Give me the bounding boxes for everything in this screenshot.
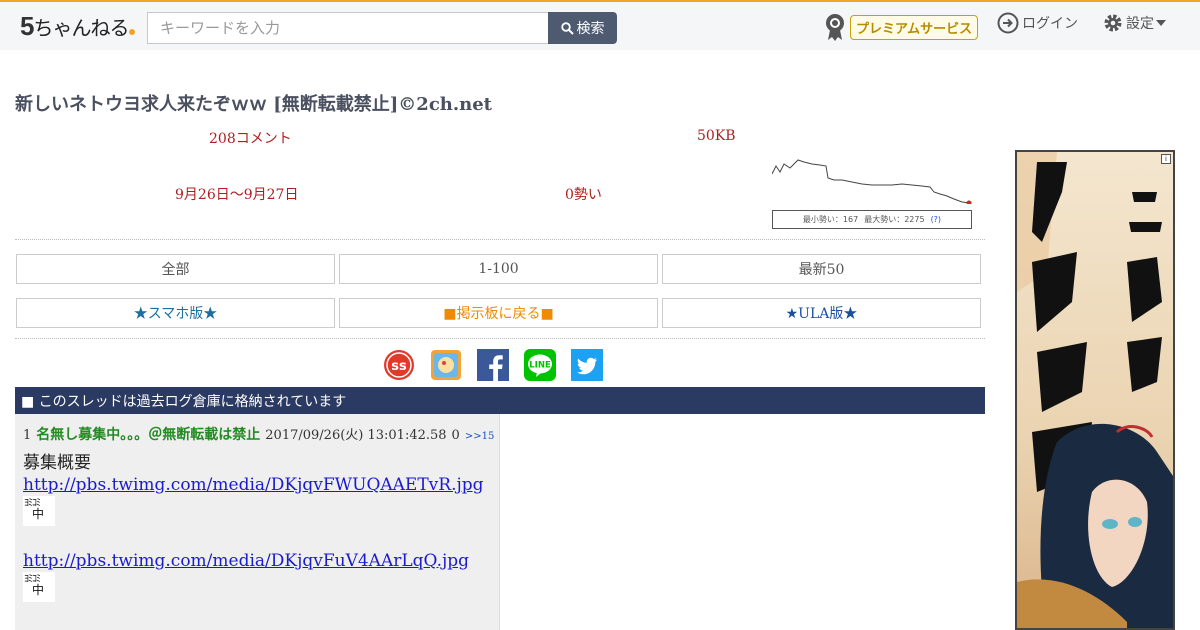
post-id: 0 (451, 428, 460, 443)
thread-speed: 0勢い (565, 187, 602, 203)
logo-number: 5 (20, 11, 35, 41)
logo-dot (129, 29, 136, 35)
divider (15, 338, 985, 339)
medal-icon (826, 14, 844, 41)
image-link-1[interactable]: http://pbs.twimg.com/media/DKjqvFWUQAAET… (23, 475, 484, 495)
post-author: 名無し募集中。。。＠無断転載は禁止 (36, 427, 261, 443)
logo-text: ちゃんねる (33, 18, 129, 40)
share-line[interactable]: LINE (524, 349, 556, 381)
line-icon: LINE (524, 349, 556, 381)
ad-info-icon[interactable]: i (1161, 154, 1171, 164)
divider (15, 239, 985, 240)
latest-50-button[interactable]: 最新50 (662, 254, 981, 284)
post-body: 募集概要 http://pbs.twimg.com/media/DKjqvFWU… (23, 452, 484, 604)
premium-badge: プレミアムサービス (850, 14, 979, 40)
post-number[interactable]: 1 (23, 428, 31, 443)
login-link[interactable]: ログイン (997, 12, 1078, 34)
graph-max: 最大勢い：2275 (864, 215, 925, 224)
back-to-board-button[interactable]: ■掲示板に戻る■ (339, 298, 658, 328)
top-bar: 5ちゃんねる 検索 プレミアムサービス ログイン 設定 (0, 0, 1200, 50)
thumb-loading-label: 中 (32, 583, 45, 597)
svg-text:ss: ss (391, 359, 407, 374)
thread-dates: 9月26日〜9月27日 (175, 187, 299, 203)
search-button[interactable]: 検索 (548, 12, 617, 44)
orange-app-icon (431, 350, 461, 380)
all-posts-button[interactable]: 全部 (16, 254, 335, 284)
search-icon (560, 21, 574, 35)
share-susu[interactable]: ss (383, 349, 415, 381)
graph-current-marker (966, 200, 972, 204)
thumb-loading-label: 中 (32, 507, 45, 521)
caret-down-icon (1156, 20, 1166, 26)
comment-count: 208コメント (209, 131, 292, 147)
settings-menu[interactable]: 設定 (1102, 12, 1166, 34)
smartphone-version-button[interactable]: ★スマホ版★ (16, 298, 335, 328)
post-reply-link[interactable]: >>15 (465, 431, 494, 442)
archive-notice: ■ このスレッドは過去ログ倉庫に格納されています (15, 387, 985, 414)
post-header: 1 名無し募集中。。。＠無断転載は禁止 2017/09/26(火) 13:01:… (23, 424, 494, 444)
search-button-label: 検索 (576, 20, 605, 36)
graph-legend: 最小勢い：167 最大勢い：2275 (?) (772, 210, 972, 229)
thread-size: 50KB (697, 128, 736, 144)
image-link-2[interactable]: http://pbs.twimg.com/media/DKjqvFuV4AArL… (23, 551, 469, 571)
post-heading: 募集概要 (23, 453, 91, 473)
share-twitter[interactable] (571, 349, 603, 381)
svg-text:LINE: LINE (529, 361, 551, 371)
post-date: 2017/09/26(火) 13:01:42.58 (265, 428, 447, 443)
graph-min: 最小勢い：167 (802, 215, 859, 224)
advertisement-banner[interactable]: i (1015, 150, 1175, 630)
twitter-icon (571, 349, 603, 381)
share-app[interactable] (430, 349, 462, 381)
ula-version-button[interactable]: ★ULA版★ (662, 298, 981, 328)
activity-graph (772, 156, 972, 204)
image-thumbnail-2[interactable]: ﾖﾐｺﾐ 中 (23, 572, 55, 602)
settings-label: 設定 (1126, 15, 1154, 31)
site-logo[interactable]: 5ちゃんねる (20, 11, 136, 42)
facebook-icon (477, 349, 509, 381)
login-label: ログイン (1022, 15, 1078, 31)
gear-icon (1104, 14, 1122, 32)
search-input[interactable] (147, 12, 549, 44)
ad-artwork (1017, 152, 1173, 628)
image-thumbnail-1[interactable]: ﾖﾐｺﾐ 中 (23, 496, 55, 526)
post-1: 1 名無し募集中。。。＠無断転載は禁止 2017/09/26(火) 13:01:… (15, 414, 500, 630)
share-facebook[interactable] (477, 349, 509, 381)
login-icon (997, 12, 1019, 34)
graph-help-link[interactable]: (?) (931, 215, 942, 224)
susu-icon: ss (384, 350, 414, 380)
thread-title: 新しいネトウヨ求人来たぞｗｗ [無断転載禁止]©2ch.net (15, 94, 492, 115)
range-button[interactable]: 1-100 (339, 254, 658, 284)
premium-link[interactable]: プレミアムサービス (823, 12, 979, 42)
